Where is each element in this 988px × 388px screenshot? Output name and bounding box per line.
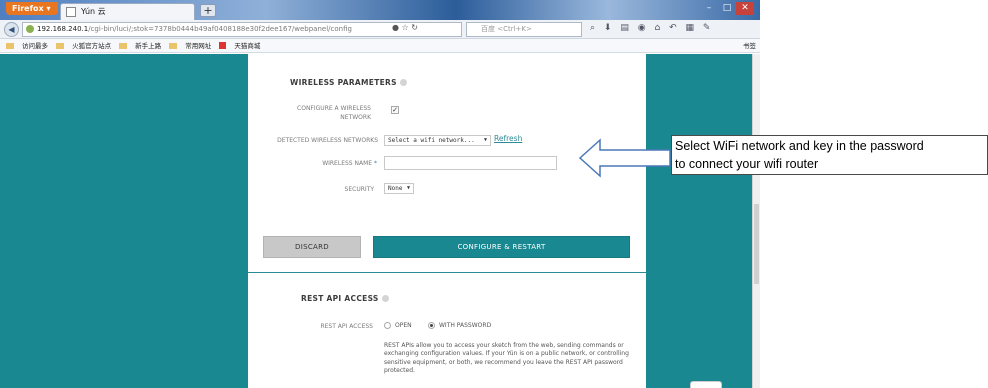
bookmarks-menu-icon[interactable]: ▤ [620,23,632,33]
rest-api-description: REST APIs allow you to access your sketc… [384,342,629,375]
chevron-down-icon: ▼ [406,185,410,191]
home-icon[interactable]: ⌂ [654,23,663,33]
scrollbar-thumb[interactable] [754,204,759,284]
rest-api-password-radio[interactable] [428,322,435,329]
page-icon [66,7,76,17]
security-label: SECURITY [344,186,374,193]
config-panel: WIRELESS PARAMETERS CONFIGURE A WIRELESS… [248,54,646,388]
security-select[interactable]: None ▼ [384,183,414,194]
history-icon[interactable]: ↶ [669,23,680,33]
rest-api-open-radio[interactable] [384,322,391,329]
go-icon[interactable]: ● [392,23,399,32]
reload-icon[interactable]: ↻ [411,23,418,32]
right-teal-panel [646,54,752,388]
minimize-icon[interactable]: – [700,2,718,15]
addon-icon[interactable]: ◉ [638,23,649,33]
annotation-arrow-icon [578,138,671,178]
configure-wireless-label: CONFIGURE A WIRELESS NETWORK [297,105,371,121]
required-marker: * [374,160,377,167]
url-host: 192.168.240.1 [37,25,89,33]
refresh-link[interactable]: Refresh [494,134,522,143]
status-tab [690,381,722,388]
bookmark-item-getting-started[interactable]: 新手上路 [119,42,161,50]
detected-networks-label: DETECTED WIRELESS NETWORKS [277,137,378,144]
url-path: /cgi-bin/luci/;stok=7378b0444b49af040818… [88,25,352,33]
search-input[interactable]: 百度 <Ctrl+K> [466,22,582,37]
folder-icon [56,43,65,49]
window-controls: – □ ✕ [700,2,758,15]
screenshot: Firefox ▾ Yún 云 + – □ ✕ ◀ 192.168.240.1/cg… [0,0,988,388]
wireless-section-title: WIRELESS PARAMETERS [290,78,407,87]
bookmark-item-official[interactable]: 火狐官方站点 [56,42,111,50]
tmall-icon [219,42,227,49]
wireless-name-label: WIRELESS NAME * [322,160,377,167]
annotation-line-1: Select WiFi network and key in the passw… [675,139,924,153]
folder-icon [119,43,128,49]
search-placeholder: 百度 <Ctrl+K> [481,25,532,33]
bookmark-item-most-visited[interactable]: 访问最多 [6,42,48,50]
browser-title-bar: Firefox ▾ Yún 云 + – □ ✕ [0,0,760,20]
annotation-callout: Select WiFi network and key in the passw… [671,135,988,175]
configure-restart-button[interactable]: CONFIGURE & RESTART [373,236,630,258]
left-teal-panel [0,54,248,388]
bookmark-item-common-sites[interactable]: 常用网址 [169,42,211,50]
folder-icon [6,43,14,49]
navigation-bar: ◀ 192.168.240.1/cgi-bin/luci/;stok=7378b… [0,20,760,39]
bookmark-item-tmall[interactable]: 天猫商城 [219,42,260,50]
download-icon[interactable]: ⬇ [604,23,615,33]
back-arrow-icon[interactable]: ◀ [4,22,19,37]
wireless-name-input[interactable] [384,156,557,170]
bookmark-star-icon[interactable]: ☆ [402,23,409,32]
site-identity-icon[interactable] [26,25,34,33]
extensions-icon[interactable]: ✎ [703,23,714,33]
browser-tab[interactable]: Yún 云 [60,3,195,20]
firefox-menu-label: Firefox [12,4,44,13]
maximize-icon[interactable]: □ [718,2,736,15]
firefox-menu-button[interactable]: Firefox ▾ [6,2,58,15]
apps-icon[interactable]: ▦ [685,23,697,33]
bookmarks-sidebar-button[interactable]: 书签 [737,39,756,53]
rest-api-access-label: REST API ACCESS [320,323,373,330]
chevron-down-icon: ▼ [483,137,487,143]
toolbar-icons: ⌕ ⬇ ▤ ◉ ⌂ ↶ ▦ ✎ [590,23,713,33]
vertical-scrollbar[interactable] [752,54,760,388]
tab-title: Yún 云 [81,7,106,16]
search-icon[interactable]: ⌕ [590,23,598,33]
discard-button[interactable]: DISCARD [263,236,361,258]
help-icon[interactable] [381,295,389,302]
new-tab-button[interactable]: + [200,4,216,17]
rest-api-password-label: WITH PASSWORD [439,322,492,329]
checkmark-icon: ✓ [392,106,398,114]
annotation-line-2: to connect your wifi router [675,157,819,171]
wifi-network-select[interactable]: Select a wifi network... ▼ [384,135,491,146]
close-icon[interactable]: ✕ [736,2,754,15]
url-bar-buttons: ● ☆ ↻ [392,23,418,32]
folder-icon [169,43,178,49]
rest-api-section-title: REST API ACCESS [301,294,389,303]
help-icon[interactable] [399,79,407,86]
rest-api-open-label: OPEN [395,322,412,329]
section-divider [248,272,646,273]
configure-wireless-checkbox[interactable]: ✓ [391,106,399,114]
bookmarks-bar: 访问最多 火狐官方站点 新手上路 常用网址 天猫商城 书签 [0,39,760,53]
